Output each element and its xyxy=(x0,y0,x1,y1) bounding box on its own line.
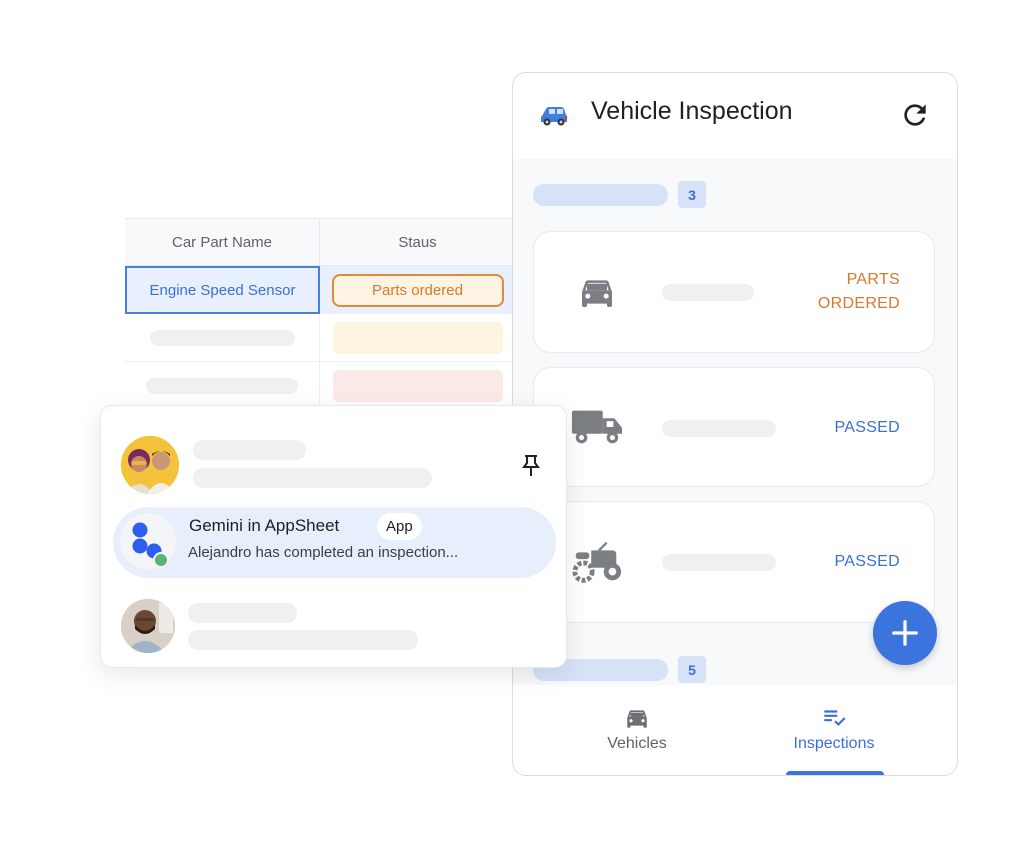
column-header-status[interactable]: Staus xyxy=(320,219,515,265)
status-chip-placeholder xyxy=(332,370,503,402)
gemini-appsheet-icon xyxy=(132,522,169,568)
car-icon xyxy=(582,280,612,307)
placeholder-status-cell[interactable] xyxy=(320,314,515,361)
car-icon xyxy=(627,710,647,728)
chat-item-gemini[interactable]: Gemini in AppSheet App Alejandro has com… xyxy=(113,507,556,578)
spreadsheet: Car Part Name Staus Engine Speed Sensor … xyxy=(125,218,515,418)
skeleton-line xyxy=(662,284,754,301)
placeholder-cell[interactable] xyxy=(125,314,320,361)
spreadsheet-header-row: Car Part Name Staus xyxy=(125,218,515,266)
group-avatar-image xyxy=(121,436,179,494)
nav-label-vehicles: Vehicles xyxy=(607,735,667,752)
inspection-card[interactable]: PASSED xyxy=(533,501,935,623)
message-preview: Alejandro has completed an inspection... xyxy=(188,544,459,561)
column-header-car-part-name[interactable]: Car Part Name xyxy=(125,219,320,265)
nav-label-inspections: Inspections xyxy=(793,735,875,752)
group-header-skeleton xyxy=(533,184,668,206)
plus-icon xyxy=(892,620,918,646)
nav-tab-inspections[interactable]: Inspections xyxy=(754,705,914,753)
nav-tab-vehicles[interactable]: Vehicles xyxy=(557,705,717,753)
chat-notifications-card: Gemini in AppSheet App Alejandro has com… xyxy=(100,405,567,668)
skeleton-line xyxy=(146,378,298,394)
app-badge: App xyxy=(377,513,422,540)
table-row-placeholder xyxy=(125,362,515,410)
skeleton-line xyxy=(149,329,295,346)
checklist-icon xyxy=(824,710,846,727)
tractor-icon xyxy=(572,541,622,583)
truck-icon xyxy=(571,410,623,444)
blue-car-icon xyxy=(541,107,567,126)
gemini-avatar xyxy=(120,513,176,569)
skeleton-line xyxy=(193,468,432,488)
active-tab-indicator xyxy=(786,771,884,775)
group-count-badge: 3 xyxy=(678,181,706,208)
app-header: Vehicle Inspection xyxy=(513,73,957,159)
inspection-card[interactable]: PARTS ORDERED xyxy=(533,231,935,353)
skeleton-line xyxy=(188,603,297,623)
status-chip-placeholder xyxy=(332,321,503,354)
status-label: PARTS ORDERED xyxy=(818,268,900,316)
bottom-navigation: Vehicles Inspections xyxy=(513,685,957,775)
status-cell[interactable]: Parts ordered xyxy=(320,266,515,314)
group-count-badge: 5 xyxy=(678,656,706,683)
status-line-1: PARTS xyxy=(846,271,900,288)
status-label: PASSED xyxy=(834,553,900,570)
status-label: PASSED xyxy=(834,419,900,436)
vehicle-inspection-app: Vehicle Inspection 3 PARTS ORDERED PASSE… xyxy=(512,72,958,776)
skeleton-line xyxy=(188,630,418,650)
add-inspection-button[interactable] xyxy=(873,601,937,665)
refresh-icon[interactable] xyxy=(899,99,931,131)
status-chip-parts-ordered: Parts ordered xyxy=(331,273,504,307)
inspection-card[interactable]: PASSED xyxy=(533,367,935,487)
table-row: Engine Speed Sensor Parts ordered xyxy=(125,266,515,314)
app-title: Vehicle Inspection xyxy=(591,97,793,125)
sender-name: Gemini in AppSheet xyxy=(189,516,340,535)
person-avatar[interactable] xyxy=(121,599,175,653)
placeholder-status-cell[interactable] xyxy=(320,362,515,410)
skeleton-line xyxy=(662,554,776,571)
skeleton-line xyxy=(193,440,306,460)
pin-icon[interactable] xyxy=(520,454,542,478)
placeholder-cell[interactable] xyxy=(125,362,320,410)
table-row-placeholder xyxy=(125,314,515,362)
group-avatar[interactable] xyxy=(121,436,179,494)
selected-cell-part-name[interactable]: Engine Speed Sensor xyxy=(125,266,320,314)
person-avatar-image xyxy=(121,599,175,653)
skeleton-line xyxy=(662,420,776,437)
status-line-2: ORDERED xyxy=(817,295,900,312)
